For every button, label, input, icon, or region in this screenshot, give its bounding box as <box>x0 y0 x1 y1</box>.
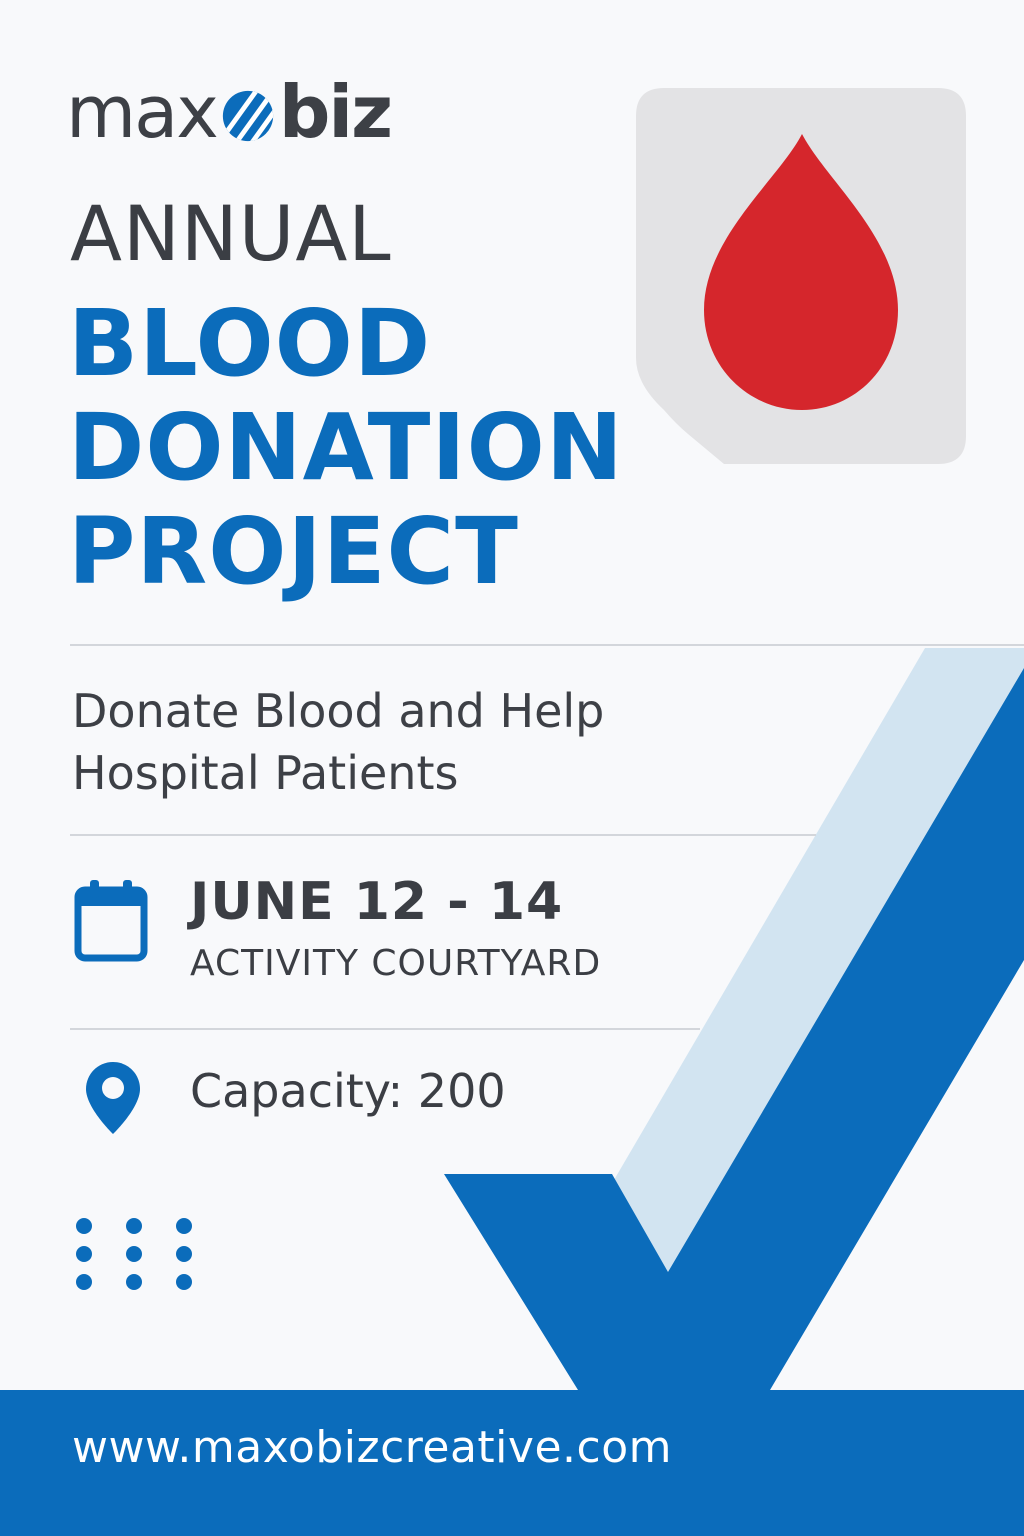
brand-logo: max biz <box>66 70 393 154</box>
logo-text-biz: biz <box>278 70 393 154</box>
title-line-blood: BLOOD <box>68 290 432 397</box>
poster: max biz ANNUAL BLOOD DONATION PROJECT Do… <box>0 0 1024 1536</box>
page-title: BLOOD DONATION PROJECT <box>68 292 708 604</box>
map-pin-icon <box>86 1062 140 1134</box>
divider-top <box>70 644 1024 646</box>
dot-grid-decoration <box>76 1218 192 1290</box>
divider-middle <box>70 834 816 836</box>
title-line-project: PROJECT <box>68 498 519 605</box>
event-capacity: Capacity: 200 <box>190 1064 506 1118</box>
title-line-donation: DONATION <box>68 394 624 501</box>
title-annual: ANNUAL <box>70 189 392 278</box>
event-venue: ACTIVITY COURTYARD <box>190 943 602 984</box>
subtitle-line-1: Donate Blood and Help <box>72 684 605 738</box>
blood-drop-icon <box>636 88 966 464</box>
subtitle-line-2: Hospital Patients <box>72 746 459 800</box>
divider-lower <box>70 1028 700 1030</box>
logo-stripe-circle-icon <box>222 90 274 142</box>
subtitle: Donate Blood and Help Hospital Patients <box>72 680 752 804</box>
logo-text-max: max <box>66 70 219 154</box>
footer-url-link[interactable]: www.maxobizcreative.com <box>72 1426 672 1470</box>
calendar-icon <box>74 880 148 962</box>
event-date: JUNE 12 - 14 <box>190 872 564 932</box>
